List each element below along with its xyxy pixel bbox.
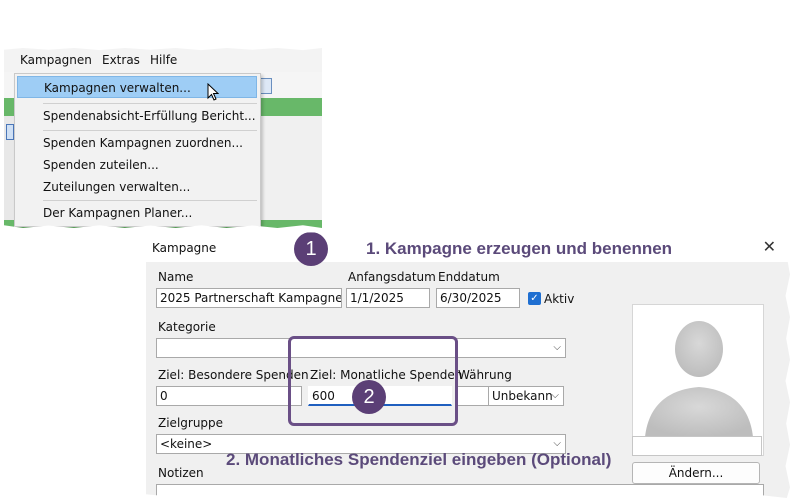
notes-label: Notizen: [158, 466, 204, 480]
step-2-caption: 2. Monatliches Spendenziel eingeben (Opt…: [226, 450, 612, 469]
photo-caption-field: [632, 436, 762, 456]
kampagnen-dropdown-menu: Kampagnen verwalten... Spendenabsicht-Er…: [14, 73, 261, 227]
target-group-value: <keine>: [160, 437, 213, 451]
target-group-label: Zielgruppe: [158, 416, 224, 430]
campaign-dialog-snip: Kampagne ✕ Name 2025 Partnerschaft Kampa…: [146, 232, 790, 498]
currency-label: Währung: [458, 368, 512, 382]
dialog-title: Kampagne: [152, 241, 217, 255]
step-1-badge: 1: [294, 232, 328, 266]
currency-spacer: [456, 386, 490, 406]
person-silhouette-icon: [645, 321, 753, 437]
menu-separator: [43, 130, 257, 131]
menu-kampagnen[interactable]: Kampagnen: [20, 53, 92, 67]
menubar: Kampagnen Extras Hilfe: [4, 48, 322, 72]
close-icon[interactable]: ✕: [763, 237, 776, 256]
step-2-badge: 2: [352, 380, 386, 414]
menu-item-kampagnen-planer[interactable]: Der Kampagnen Planer...: [17, 202, 257, 224]
notes-field[interactable]: [156, 484, 764, 498]
end-date-field[interactable]: 6/30/2025: [436, 288, 520, 308]
menu-item-spendenabsicht-bericht[interactable]: Spendenabsicht-Erfüllung Bericht...: [17, 105, 257, 127]
menu-item-zuteilungen-verwalten[interactable]: Zuteilungen verwalten...: [17, 176, 257, 198]
end-date-label: Enddatum: [438, 270, 500, 284]
start-date-label: Anfangsdatum: [348, 270, 436, 284]
chevron-down-icon[interactable]: ⌵: [551, 387, 559, 405]
start-date-field[interactable]: 1/1/2025: [346, 288, 430, 308]
name-label: Name: [158, 270, 194, 284]
currency-value: Unbekann: [492, 389, 553, 403]
menu-item-spenden-zuteilen[interactable]: Spenden zuteilen...: [17, 154, 257, 176]
step-1-caption: 1. Kampagne erzeugen und benennen: [366, 239, 673, 258]
document-icon: [6, 124, 14, 140]
special-goal-field[interactable]: 0: [156, 386, 302, 406]
menu-extras[interactable]: Extras: [102, 53, 140, 67]
category-label: Kategorie: [158, 320, 216, 334]
menu-item-spenden-kampagnen-zuordnen[interactable]: Spenden Kampagnen zuordnen...: [17, 132, 257, 154]
menu-separator: [43, 200, 257, 201]
name-field[interactable]: 2025 Partnerschaft Kampagne: [156, 288, 342, 308]
menu-separator: [43, 103, 257, 104]
menu-hilfe[interactable]: Hilfe: [150, 53, 177, 67]
active-label: Aktiv: [544, 292, 575, 306]
change-photo-button[interactable]: Ändern...: [632, 462, 760, 484]
left-strip: [4, 116, 14, 228]
currency-combobox[interactable]: Unbekann ⌵: [488, 386, 564, 406]
mouse-pointer-icon: [207, 83, 219, 101]
menu-window-snip: Kampagnen Extras Hilfe Kampagnen verwalt…: [4, 48, 322, 228]
active-checkbox[interactable]: ✓: [528, 292, 541, 305]
photo-frame: [632, 304, 764, 456]
special-goal-label: Ziel: Besondere Spenden: [158, 368, 309, 382]
chevron-down-icon[interactable]: ⌵: [553, 339, 561, 357]
menu-item-kampagnen-verwalten[interactable]: Kampagnen verwalten...: [17, 76, 257, 98]
